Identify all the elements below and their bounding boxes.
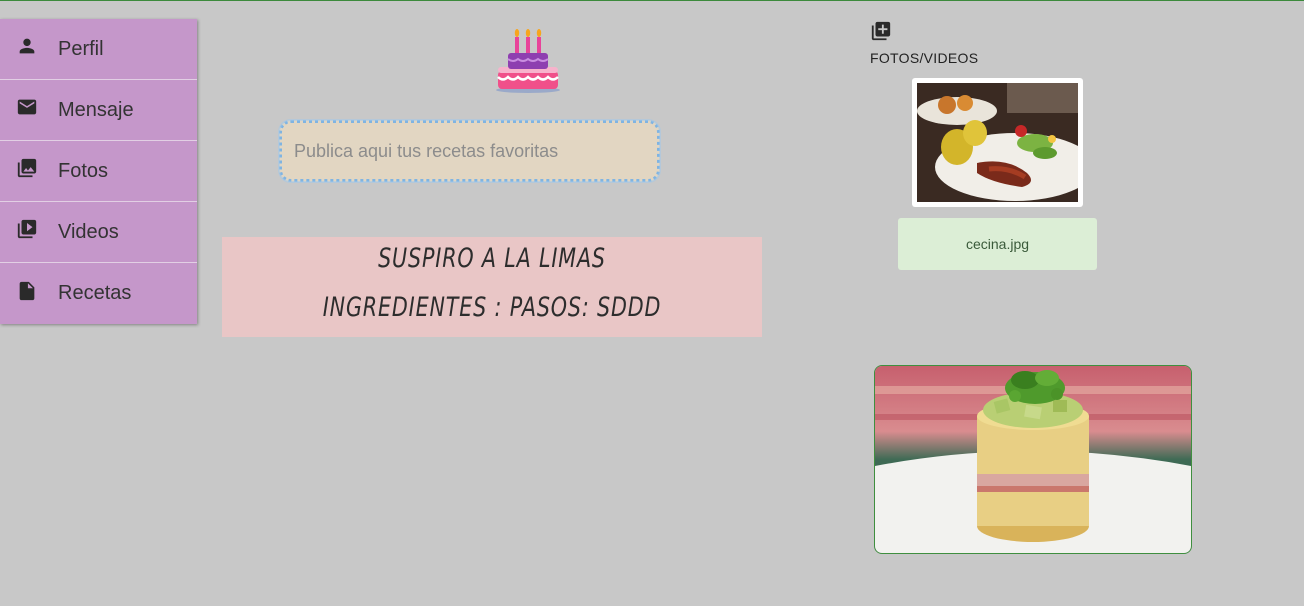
causa-photo[interactable]	[874, 365, 1192, 554]
sidebar-item-mensaje[interactable]: Mensaje	[0, 80, 197, 141]
recipe-title: SUSPIRO A LA LIMAS	[378, 243, 606, 274]
video-library-icon	[0, 218, 58, 240]
sidebar-item-label: Videos	[58, 220, 119, 243]
mail-icon	[0, 96, 58, 118]
photo-library-icon	[0, 157, 58, 179]
sidebar-item-perfil[interactable]: Perfil	[0, 19, 197, 80]
person-icon	[0, 35, 58, 57]
sidebar-item-label: Perfil	[58, 37, 104, 60]
sidebar-item-recetas[interactable]: Recetas	[0, 263, 197, 324]
recipe-details: INGREDIENTES : PASOS: SDDD	[322, 292, 662, 323]
document-icon	[0, 280, 58, 302]
add-photo-icon[interactable]	[870, 20, 892, 42]
sidebar-item-label: Fotos	[58, 159, 109, 182]
birthday-cake-icon	[494, 27, 562, 95]
food-photo-thumbnail[interactable]	[912, 78, 1083, 207]
recipe-card: SUSPIRO A LA LIMAS INGREDIENTES : PASOS:…	[222, 237, 762, 337]
sidebar-item-label: Recetas	[58, 282, 132, 304]
sidebar-item-label: Mensaje	[58, 98, 134, 121]
recipe-post-input[interactable]	[278, 119, 661, 183]
file-name-badge: cecina.jpg	[898, 218, 1097, 270]
sidebar-item-videos[interactable]: Videos	[0, 202, 197, 263]
sidebar: Perfil Mensaje Fotos Videos Recetas	[0, 19, 197, 324]
file-name-text: cecina.jpg	[965, 236, 1030, 252]
sidebar-item-fotos[interactable]: Fotos	[0, 141, 197, 202]
media-section-label: FOTOS/VIDEOS	[870, 50, 979, 66]
